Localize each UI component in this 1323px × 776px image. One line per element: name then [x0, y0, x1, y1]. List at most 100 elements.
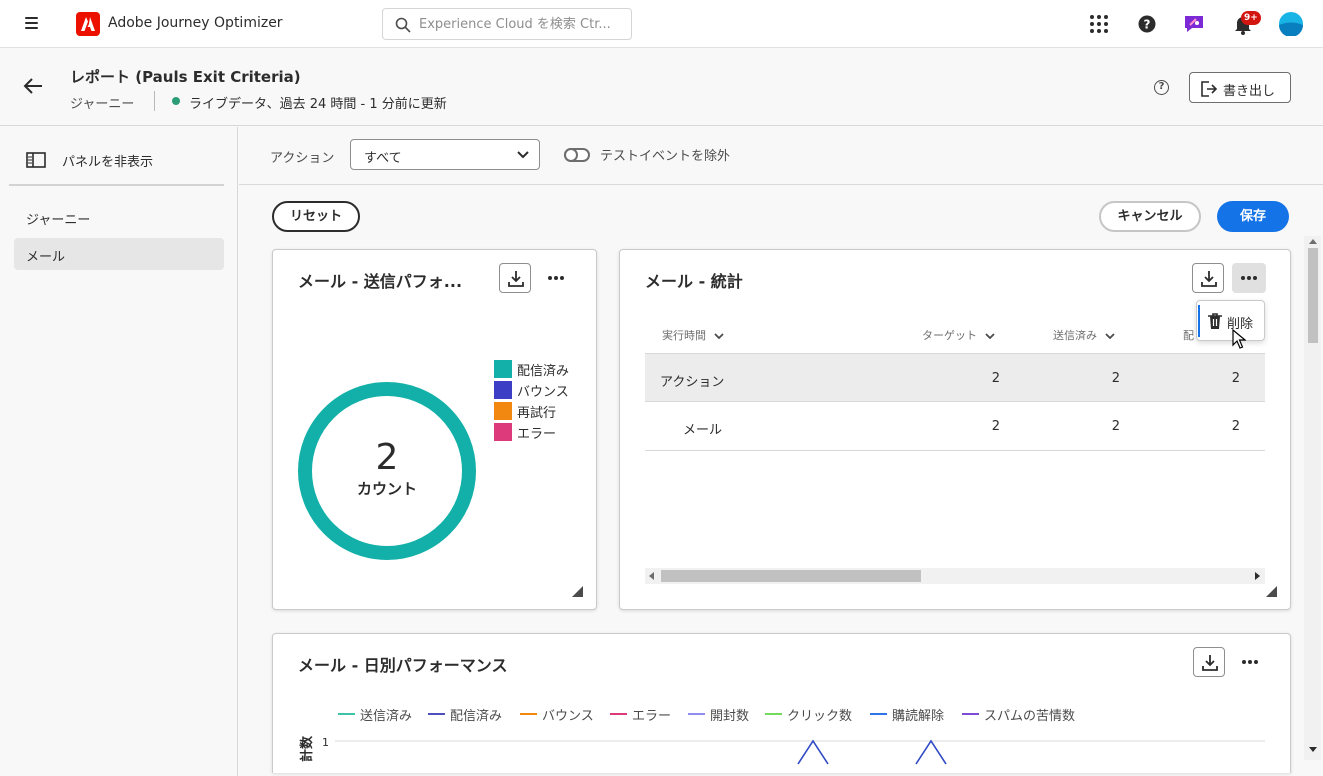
live-status-text: ライブデータ、過去 24 時間 - 1 分前に更新 — [189, 97, 447, 112]
legend-label: 再試行 — [517, 406, 557, 421]
help-icon[interactable]: ? — [1135, 12, 1159, 36]
chevron-down-icon — [713, 333, 724, 340]
page-title: レポート (Pauls Exit Criteria) — [70, 68, 301, 86]
send-performance-card: メール - 送信パフォ... 2 カウント 配信済み バウンス 再試行 エラー — [272, 249, 597, 610]
row-name: アクション — [660, 375, 725, 390]
download-icon — [508, 271, 524, 287]
cell-sent: 2 — [1111, 419, 1120, 434]
left-panel: パネルを非表示 ジャーニー メール — [0, 127, 238, 776]
donut-legend: 配信済み バウンス 再試行 エラー — [494, 358, 579, 442]
help-circle-icon[interactable]: ? — [1154, 80, 1169, 95]
svg-text:?: ? — [1144, 18, 1151, 32]
table-row[interactable]: メール 2 2 2 — [645, 402, 1265, 451]
card-title: メール - 送信パフォ... — [298, 272, 463, 291]
action-filter-label: アクション — [270, 151, 335, 166]
action-select-value: すべて — [364, 151, 402, 166]
divider — [154, 91, 155, 111]
sidebar-item-label: ジャーニー — [26, 213, 91, 228]
cell-target: 2 — [991, 371, 1000, 386]
scroll-left-icon[interactable] — [649, 572, 655, 580]
horizontal-scroll-thumb[interactable] — [661, 570, 921, 582]
download-button[interactable] — [499, 263, 531, 293]
notification-badge: 9+ — [1241, 11, 1261, 25]
legend-item: 再試行 — [494, 400, 579, 421]
card-title: メール - 統計 — [645, 272, 743, 291]
horizontal-scrollbar[interactable] — [645, 568, 1265, 584]
daily-performance-card: メール - 日別パフォーマンス 送信済み 配信済み バウンス エラー 開封数 ク… — [272, 633, 1291, 773]
sidebar-item-journey[interactable]: ジャーニー — [14, 201, 224, 233]
apps-grid-icon[interactable] — [1087, 12, 1111, 36]
column-header-sent[interactable]: 送信済み — [1053, 327, 1115, 343]
save-button[interactable]: 保存 — [1217, 201, 1289, 232]
series-line — [915, 739, 947, 765]
y-axis-label: 計数 — [299, 735, 315, 762]
delete-menu-item[interactable]: 削除 — [1196, 300, 1265, 341]
legend-label: エラー — [517, 427, 557, 442]
reset-button[interactable]: リセット — [272, 201, 360, 232]
legend-swatch — [494, 423, 512, 441]
chevron-down-icon — [1104, 333, 1115, 340]
feedback-chat-icon[interactable] — [1182, 12, 1206, 36]
column-header-run-time[interactable]: 実行時間 — [662, 327, 724, 343]
legend-label: バウンス — [517, 385, 569, 400]
column-header-target[interactable]: ターゲット — [922, 327, 995, 343]
sidebar-item-label: メール — [26, 250, 66, 265]
trash-icon — [1208, 313, 1222, 329]
vertical-scroll-thumb[interactable] — [1308, 248, 1318, 343]
action-select[interactable]: すべて — [350, 139, 540, 170]
cell-delivered: 2 — [1231, 419, 1240, 434]
stats-card: メール - 統計 実行時間 ターゲット 送信済み 配 アクション 2 2 2 メ… — [619, 249, 1291, 610]
export-label: 書き出し — [1223, 84, 1276, 99]
scroll-up-icon[interactable] — [1309, 239, 1317, 245]
chevron-down-icon — [984, 333, 995, 340]
legend-swatch — [494, 360, 512, 378]
column-header-delivered[interactable]: 配 — [1183, 327, 1194, 343]
resize-handle[interactable] — [1266, 586, 1277, 597]
cell-target: 2 — [991, 419, 1000, 434]
hide-panel-label: パネルを非表示 — [62, 155, 154, 170]
breadcrumb: ジャーニー — [70, 97, 135, 112]
divider — [9, 184, 224, 186]
download-icon — [1201, 271, 1217, 287]
user-avatar[interactable] — [1279, 12, 1303, 37]
report-header: レポート (Pauls Exit Criteria) ジャーニー ライブデータ、… — [0, 49, 1323, 126]
donut-value: 2 — [376, 437, 399, 478]
cancel-button[interactable]: キャンセル — [1099, 201, 1201, 232]
row-name: メール — [683, 423, 723, 438]
vertical-scrollbar[interactable] — [1304, 236, 1321, 760]
back-arrow-icon[interactable] — [23, 77, 43, 99]
search-input[interactable] — [419, 14, 624, 34]
legend-item: 配信済み — [494, 358, 579, 379]
search-box[interactable] — [382, 8, 632, 40]
hide-panel-button[interactable]: パネルを非表示 — [26, 149, 226, 171]
exclude-test-events-toggle[interactable] — [564, 148, 590, 162]
top-bar: Adobe Journey Optimizer ? 9+ — [0, 0, 1323, 48]
legend-item: エラー — [494, 421, 579, 442]
hamburger-menu-icon[interactable] — [22, 14, 42, 34]
search-icon — [395, 17, 411, 33]
sidebar-item-email[interactable]: メール — [14, 238, 224, 270]
app-name[interactable]: Adobe Journey Optimizer — [108, 15, 283, 31]
legend-label: 配信済み — [517, 364, 570, 379]
scroll-right-icon[interactable] — [1255, 572, 1261, 580]
mouse-cursor-icon — [1232, 329, 1246, 349]
y-tick-label: 1 — [322, 736, 329, 749]
cell-sent: 2 — [1111, 371, 1120, 386]
donut-chart: 2 カウント — [298, 382, 476, 560]
resize-handle[interactable] — [572, 586, 583, 597]
legend-item: バウンス — [494, 379, 579, 400]
download-button[interactable] — [1192, 263, 1224, 293]
table-row[interactable]: アクション 2 2 2 — [645, 353, 1265, 402]
more-options-button[interactable] — [539, 263, 573, 293]
export-button[interactable]: 書き出し — [1189, 72, 1291, 103]
more-options-button[interactable] — [1232, 263, 1266, 293]
adobe-logo — [76, 12, 100, 36]
chevron-down-icon — [517, 151, 529, 159]
scroll-down-icon[interactable] — [1309, 747, 1317, 753]
focus-indicator — [1198, 305, 1200, 337]
donut-label: カウント — [357, 480, 417, 498]
legend-swatch — [494, 381, 512, 399]
series-line — [797, 739, 829, 765]
cell-delivered: 2 — [1231, 371, 1240, 386]
daily-line-chart: 計数 1 — [299, 735, 1265, 765]
